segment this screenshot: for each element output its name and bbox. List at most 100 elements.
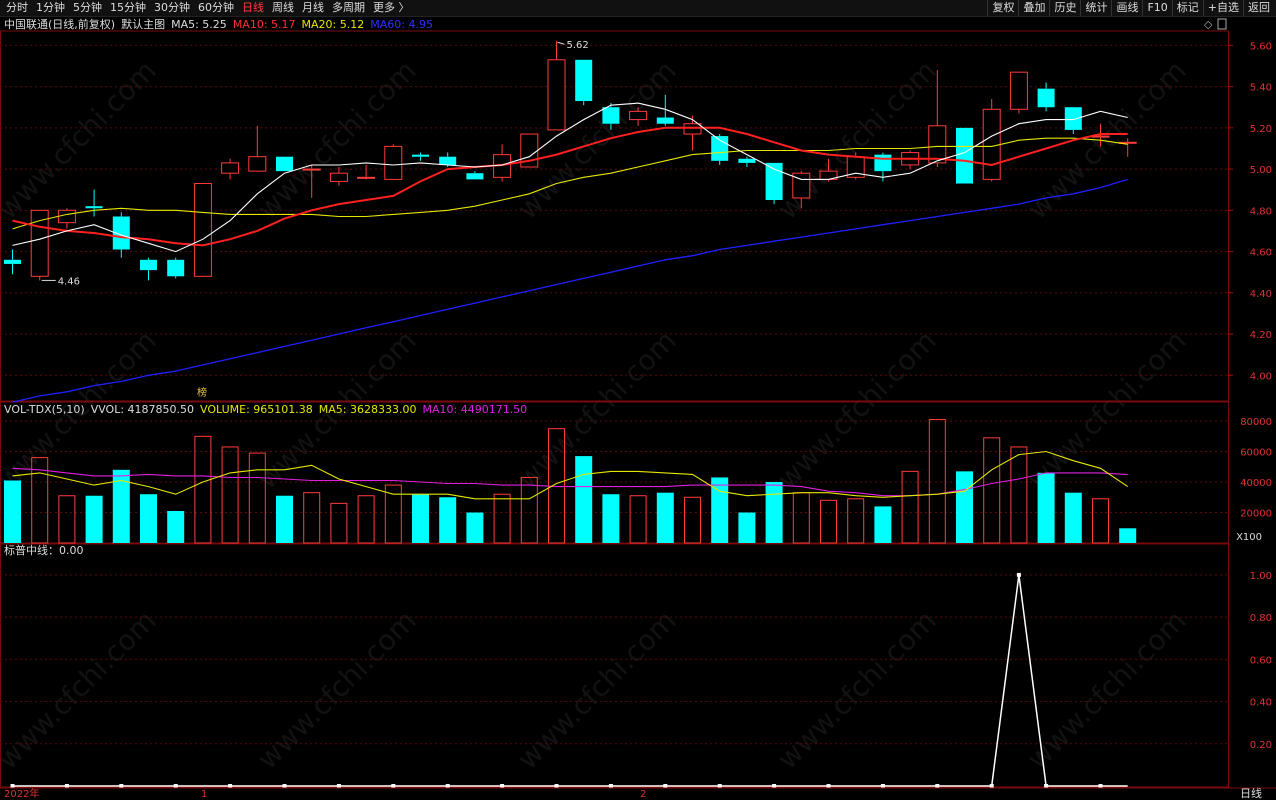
indicator-point: [445, 784, 450, 788]
watermark-text: www.cfchi.com: [0, 604, 163, 776]
volume-bar: [629, 495, 647, 544]
candle-body-down: [466, 173, 484, 180]
candle-body-down: [167, 259, 185, 277]
indicator-point: [826, 784, 831, 788]
watermark-text: www.cfchi.com: [511, 324, 683, 496]
candle-body-down: [276, 156, 293, 172]
volume-bar: [847, 498, 865, 544]
volume-bar: [765, 482, 783, 543]
candle-body-up: [384, 145, 403, 180]
volume-bar: [684, 496, 701, 544]
ind-tick-label: 0.80: [1250, 613, 1272, 624]
indicator-point: [1016, 572, 1021, 577]
volume-bar: [820, 499, 837, 544]
volume-bar: [1010, 446, 1028, 544]
candle-body-down: [4, 259, 21, 264]
indicator-line: [12, 574, 1128, 787]
indicator-point: [608, 784, 613, 788]
high-price-annotation: 5.62: [567, 40, 589, 51]
year-label: 2022年: [4, 787, 39, 800]
candle-body-up: [982, 108, 1001, 180]
candle-body-down: [575, 59, 593, 102]
volume-bar: [330, 502, 348, 544]
indicator-point: [10, 784, 15, 788]
indicator-point: [64, 784, 69, 788]
indicator-point: [880, 784, 885, 788]
volume-bar: [1119, 528, 1137, 543]
volume-bar: [194, 435, 212, 544]
candle-body-up: [302, 168, 321, 171]
indicator-point: [1098, 784, 1103, 788]
high-arrow: [557, 41, 565, 45]
candle-body-up: [928, 125, 947, 164]
vol-tick-label: 60000: [1240, 448, 1272, 459]
candle-body-up: [629, 110, 648, 121]
ind-tick-label: 0.20: [1250, 740, 1272, 751]
candle-body-down: [140, 259, 157, 271]
indicator-point: [772, 784, 777, 788]
indicator-point: [173, 784, 178, 788]
indicator-point: [119, 784, 124, 788]
volume-bar: [656, 492, 674, 543]
watermark-text: www.cfchi.com: [251, 54, 423, 226]
price-tick-label: 4.60: [1250, 248, 1272, 259]
price-tick-label: 4.80: [1250, 206, 1272, 217]
watermark-text: www.cfchi.com: [0, 324, 163, 496]
indicator-point: [282, 784, 287, 788]
indicator-point: [500, 784, 505, 788]
vol-tick-label: 20000: [1240, 509, 1272, 520]
candle-body-down: [602, 107, 620, 124]
vol-tick-label: 40000: [1240, 478, 1272, 489]
candle-body-down: [874, 154, 892, 172]
volume-bar: [493, 493, 511, 544]
watermark-text: www.cfchi.com: [511, 604, 683, 776]
watermark-text: www.cfchi.com: [1021, 54, 1193, 226]
kline-chart[interactable]: www.cfchi.com www.cfchi.com www.cfchi.com w…: [0, 0, 1276, 800]
candle-body-up: [357, 176, 376, 179]
watermark-text: www.cfchi.com: [771, 54, 943, 226]
candle-body-up: [1009, 71, 1028, 110]
candle-body-down: [765, 162, 783, 201]
candle-body-down: [1037, 88, 1055, 108]
candle-body-down: [85, 206, 103, 209]
price-tick-label: 5.00: [1250, 165, 1272, 176]
volume-bar: [85, 495, 103, 543]
watermark-text: www.cfchi.com: [0, 54, 163, 226]
volume-bar: [276, 495, 293, 543]
indicator-point: [228, 784, 233, 788]
indicator-point: [336, 784, 341, 788]
candle-body-up: [57, 209, 76, 224]
candle-body-down: [1064, 107, 1082, 130]
volume-bar: [1037, 472, 1055, 543]
price-tick-label: 4.40: [1250, 289, 1272, 300]
watermark-text: www.cfchi.com: [771, 324, 943, 496]
candle-body-up: [683, 123, 702, 135]
price-tick-label: 4.00: [1250, 371, 1272, 382]
candle-body-up: [248, 156, 267, 172]
ind-tick-label: 0.40: [1250, 698, 1272, 709]
volume-bar: [140, 494, 157, 543]
candle-body-down: [738, 158, 756, 163]
volume-bar: [928, 419, 946, 544]
vol-tick-label: 80000: [1240, 417, 1272, 428]
volume-bar: [738, 512, 756, 543]
volume-bar: [412, 494, 429, 543]
volume-bar: [575, 456, 593, 543]
watermark-text: www.cfchi.com: [251, 604, 423, 776]
month-label: 1: [201, 789, 207, 800]
candle-body-up: [329, 172, 348, 182]
bang-marker: 榜: [197, 386, 207, 399]
volume-bar: [4, 480, 21, 543]
volume-bar: [303, 492, 321, 544]
volume-bar: [602, 494, 620, 543]
indicator-point: [935, 784, 940, 788]
volume-bar: [874, 506, 892, 543]
price-tick-label: 5.40: [1250, 83, 1272, 94]
candle-body-down: [656, 117, 674, 124]
ind-tick-label: 0.60: [1250, 655, 1272, 666]
volume-bar: [1092, 498, 1109, 544]
candle-body-down: [412, 154, 429, 157]
indicator-point: [717, 784, 722, 788]
watermark-text: www.cfchi.com: [771, 604, 943, 776]
vol-unit-label: X100: [1236, 532, 1262, 543]
